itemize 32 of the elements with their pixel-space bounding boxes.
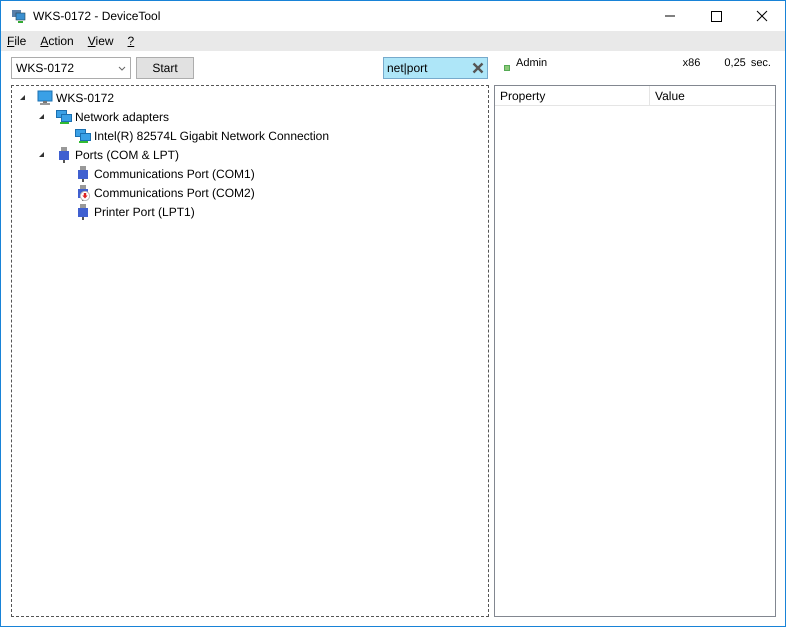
search-field[interactable]: net|port [383, 57, 488, 79]
menu-item[interactable]: Action [40, 32, 74, 50]
tree-item[interactable]: Printer Port (LPT1) [94, 202, 195, 220]
computer-icon [37, 90, 53, 106]
network-icon [56, 108, 72, 124]
tree-item[interactable]: Network adapters [75, 108, 170, 126]
expander-icon[interactable] [37, 150, 46, 159]
expander-icon[interactable] [37, 112, 46, 121]
port-icon [75, 204, 91, 220]
expander-icon[interactable] [18, 93, 27, 102]
computer-dropdown[interactable]: WKS-0172 [11, 57, 131, 79]
network-icon [75, 128, 91, 144]
elapsed-time: 0,25 [724, 56, 746, 71]
tree-item[interactable]: WKS-0172 [56, 88, 114, 106]
app-icon [11, 8, 27, 24]
tree-item[interactable]: Intel(R) 82574L Gigabit Network Connection [94, 126, 330, 144]
clear-icon[interactable] [472, 62, 484, 74]
port-icon [56, 146, 72, 162]
user-role: Admin [516, 56, 548, 71]
tree-item[interactable]: Communications Port (COM1) [94, 164, 255, 182]
start-button[interactable]: Start [136, 57, 194, 79]
time-unit: sec. [750, 56, 771, 71]
menu-item[interactable]: View [88, 32, 114, 50]
column-header[interactable]: Property [495, 86, 650, 105]
menu-item[interactable]: ? [128, 32, 134, 50]
window-title: WKS-0172 - DeviceTool [33, 8, 160, 25]
menu-item[interactable]: File [7, 32, 26, 50]
architecture-label: x86 [682, 56, 700, 71]
column-header[interactable]: Value [650, 86, 775, 105]
port-icon [75, 166, 91, 182]
tree-item[interactable]: Ports (COM & LPT) [75, 146, 180, 164]
chevron-icon [118, 66, 126, 70]
